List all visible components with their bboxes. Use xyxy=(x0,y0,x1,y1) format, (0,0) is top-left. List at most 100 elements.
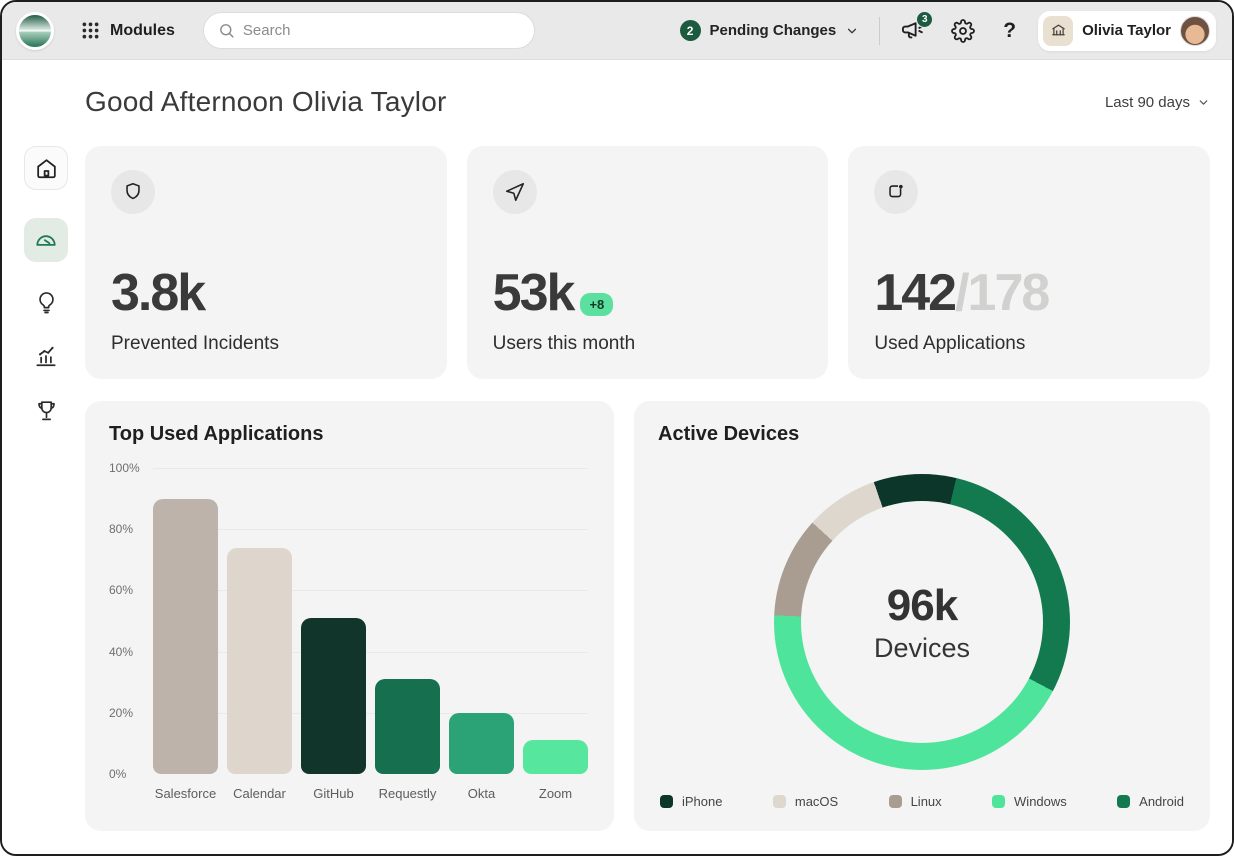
stat-value: 142 xyxy=(874,267,955,319)
user-menu[interactable]: Olivia Taylor xyxy=(1038,11,1216,51)
date-range-dropdown[interactable]: Last 90 days xyxy=(1105,94,1210,111)
x-axis-label: Salesforce xyxy=(153,786,218,801)
sidebar xyxy=(24,146,68,831)
stat-card-used-applications: 142 /178 Used Applications xyxy=(848,146,1210,379)
modules-menu[interactable]: Modules xyxy=(80,20,175,41)
sidebar-item-home[interactable] xyxy=(24,146,68,190)
legend-label: iPhone xyxy=(682,794,722,809)
pending-changes-dropdown[interactable]: 2 Pending Changes xyxy=(680,20,860,41)
pending-changes-label: Pending Changes xyxy=(710,22,837,39)
avatar xyxy=(1180,16,1210,46)
donut-chart-title: Active Devices xyxy=(658,423,1186,446)
search-icon xyxy=(218,22,235,39)
lightbulb-icon xyxy=(34,290,59,315)
chart-trend-icon xyxy=(33,343,59,369)
topbar-divider xyxy=(879,17,880,45)
stat-value: 53k xyxy=(493,267,574,319)
apps-icon xyxy=(874,170,918,214)
legend-item-windows: Windows xyxy=(992,794,1067,809)
greeting-row: Good Afternoon Olivia Taylor Last 90 day… xyxy=(85,86,1210,118)
y-axis-tick: 20% xyxy=(109,706,133,720)
stats-row: 3.8k Prevented Incidents 53k +8 xyxy=(85,146,1210,379)
y-axis-tick: 60% xyxy=(109,583,133,597)
legend-label: Android xyxy=(1139,794,1184,809)
y-axis-tick: 0% xyxy=(109,767,126,781)
donut-chart-card: Active Devices 96k Devices iPhone macOS Li… xyxy=(634,401,1210,831)
topbar: Modules 2 Pending Changes xyxy=(2,2,1232,60)
bar-x-labels: Salesforce Calendar GitHub Requestly Okta Zoo… xyxy=(153,786,590,801)
legend-swatch xyxy=(773,795,786,808)
bar-salesforce xyxy=(153,499,218,774)
x-axis-label: Okta xyxy=(449,786,514,801)
search-box[interactable] xyxy=(203,12,535,49)
donut-center: 96k Devices xyxy=(801,501,1043,743)
x-axis-label: Zoom xyxy=(523,786,588,801)
app-window: Modules 2 Pending Changes xyxy=(0,0,1234,856)
sidebar-item-insights[interactable] xyxy=(34,288,59,316)
legend-swatch xyxy=(660,795,673,808)
chevron-down-icon xyxy=(1197,96,1210,109)
grid-icon xyxy=(80,20,101,41)
x-axis-label: GitHub xyxy=(301,786,366,801)
y-axis-tick: 100% xyxy=(109,461,140,475)
date-range-label: Last 90 days xyxy=(1105,94,1190,111)
send-icon xyxy=(493,170,537,214)
stat-total: /178 xyxy=(955,267,1048,319)
legend-item-linux: Linux xyxy=(889,794,942,809)
stat-card-prevented-incidents: 3.8k Prevented Incidents xyxy=(85,146,447,379)
settings-button[interactable] xyxy=(951,19,975,43)
donut-legend: iPhone macOS Linux Windows Android xyxy=(660,794,1184,809)
legend-swatch xyxy=(889,795,902,808)
bar-zoom xyxy=(523,740,588,774)
bar-chart-title: Top Used Applications xyxy=(109,423,590,446)
dashboard: 3.8k Prevented Incidents 53k +8 xyxy=(85,146,1210,831)
app-logo[interactable] xyxy=(16,12,54,50)
charts-row: Top Used Applications 100%80%60%40%20%0%… xyxy=(85,401,1210,831)
stat-value: 3.8k xyxy=(111,267,204,319)
delta-badge: +8 xyxy=(580,293,613,316)
sidebar-item-dashboard[interactable] xyxy=(24,218,68,262)
stat-label: Used Applications xyxy=(874,333,1184,355)
main-content: Good Afternoon Olivia Taylor Last 90 day… xyxy=(2,60,1232,854)
donut-chart: 96k Devices xyxy=(774,474,1070,770)
user-name: Olivia Taylor xyxy=(1082,22,1171,39)
bars-container xyxy=(153,468,588,774)
y-axis-tick: 80% xyxy=(109,522,133,536)
bar-calendar xyxy=(227,548,292,774)
modules-label: Modules xyxy=(110,22,175,40)
legend-label: Windows xyxy=(1014,794,1067,809)
x-axis-label: Calendar xyxy=(227,786,292,801)
legend-swatch xyxy=(992,795,1005,808)
shield-icon xyxy=(111,170,155,214)
home-icon xyxy=(34,156,59,181)
bar-plot: 100%80%60%40%20%0% xyxy=(109,468,590,774)
gear-icon xyxy=(951,19,975,43)
search-input[interactable] xyxy=(243,22,520,39)
bar-chart-card: Top Used Applications 100%80%60%40%20%0%… xyxy=(85,401,614,831)
page-title: Good Afternoon Olivia Taylor xyxy=(85,86,447,118)
pending-count-badge: 2 xyxy=(680,20,701,41)
legend-label: macOS xyxy=(795,794,838,809)
help-button[interactable]: ? xyxy=(1003,19,1016,43)
legend-item-macos: macOS xyxy=(773,794,838,809)
stat-card-users: 53k +8 Users this month xyxy=(467,146,829,379)
gauge-icon xyxy=(33,227,59,253)
stat-label: Users this month xyxy=(493,333,803,355)
chevron-down-icon xyxy=(845,24,859,38)
bar-okta xyxy=(449,713,514,774)
bar-requestly xyxy=(375,679,440,774)
announcements-button[interactable]: 3 xyxy=(900,18,925,43)
donut-center-value: 96k xyxy=(887,581,957,631)
trophy-icon xyxy=(34,398,59,423)
legend-swatch xyxy=(1117,795,1130,808)
org-home-icon xyxy=(1043,16,1073,46)
sidebar-item-analytics[interactable] xyxy=(33,342,59,370)
legend-item-iphone: iPhone xyxy=(660,794,722,809)
stat-label: Prevented Incidents xyxy=(111,333,421,355)
sidebar-item-achievements[interactable] xyxy=(34,396,59,424)
donut-center-label: Devices xyxy=(874,633,970,664)
bar-github xyxy=(301,618,366,774)
legend-item-android: Android xyxy=(1117,794,1184,809)
x-axis-label: Requestly xyxy=(375,786,440,801)
legend-label: Linux xyxy=(911,794,942,809)
